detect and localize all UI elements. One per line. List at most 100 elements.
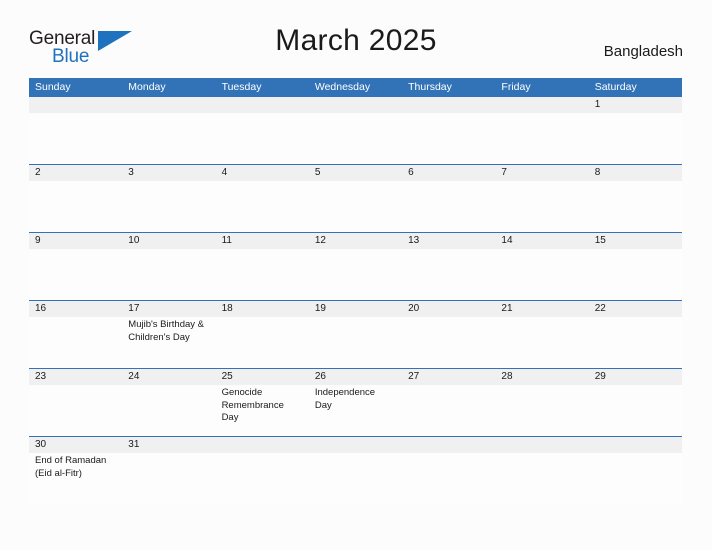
calendar-weeks: 1 2 3 4 5 6 7 8 9 10 11 12 13 14 15 16 17 18 19 20 21 22 Mujib… xyxy=(29,97,682,504)
day-events-empty xyxy=(309,317,402,368)
calendar-week-row: 16 17 18 19 20 21 22 Mujib's Birthday & Children… xyxy=(29,300,682,368)
day-number-14[interactable]: 14 xyxy=(495,233,588,249)
page-header: General Blue March 2025 Bangladesh xyxy=(0,24,712,74)
day-number-4[interactable]: 4 xyxy=(216,165,309,181)
day-number-empty xyxy=(29,97,122,113)
day-events-empty xyxy=(402,317,495,368)
day-events-empty xyxy=(402,385,495,436)
day-number-empty xyxy=(122,97,215,113)
weekday-header-monday: Monday xyxy=(128,81,166,93)
day-number-18[interactable]: 18 xyxy=(216,301,309,317)
day-number-10[interactable]: 10 xyxy=(122,233,215,249)
day-number-empty xyxy=(216,437,309,453)
day-events-empty xyxy=(495,385,588,436)
day-number-31[interactable]: 31 xyxy=(122,437,215,453)
weekday-header-saturday: Saturday xyxy=(594,81,637,93)
day-events-empty xyxy=(495,181,588,232)
day-events-empty xyxy=(309,249,402,300)
day-events-empty xyxy=(495,317,588,368)
day-number-23[interactable]: 23 xyxy=(29,369,122,385)
day-number-1[interactable]: 1 xyxy=(589,97,682,113)
weekday-header-tuesday: Tuesday xyxy=(221,81,262,93)
weekday-header-row: Sunday Monday Tuesday Wednesday Thursday Frid… xyxy=(29,78,682,97)
calendar-grid: Sunday Monday Tuesday Wednesday Thursday Frid… xyxy=(29,78,682,504)
day-events-empty xyxy=(29,113,122,164)
day-events-empty xyxy=(495,113,588,164)
calendar-week-row: 30 31 End of Ramadan (Eid al-Fitr) xyxy=(29,436,682,504)
weekday-header-thursday: Thursday xyxy=(408,81,452,93)
day-number-22[interactable]: 22 xyxy=(589,301,682,317)
day-events-empty xyxy=(495,453,588,504)
event-text-line: (Eid al-Fitr) xyxy=(35,467,82,479)
day-events-empty xyxy=(589,181,682,232)
day-number-8[interactable]: 8 xyxy=(589,165,682,181)
day-number-20[interactable]: 20 xyxy=(402,301,495,317)
weekday-header-sunday: Sunday xyxy=(35,81,71,93)
day-number-5[interactable]: 5 xyxy=(309,165,402,181)
calendar-week-row: 1 xyxy=(29,97,682,164)
day-number-empty xyxy=(402,437,495,453)
week-event-cells xyxy=(29,181,682,232)
event-text-line: Remembrance Day xyxy=(221,399,284,424)
week-event-cells: End of Ramadan (Eid al-Fitr) xyxy=(29,453,682,504)
day-number-9[interactable]: 9 xyxy=(29,233,122,249)
day-number-13[interactable]: 13 xyxy=(402,233,495,249)
day-number-21[interactable]: 21 xyxy=(495,301,588,317)
day-number-7[interactable]: 7 xyxy=(495,165,588,181)
day-number-16[interactable]: 16 xyxy=(29,301,122,317)
day-number-24[interactable]: 24 xyxy=(122,369,215,385)
day-number-19[interactable]: 19 xyxy=(309,301,402,317)
day-number-17[interactable]: 17 xyxy=(122,301,215,317)
day-number-29[interactable]: 29 xyxy=(589,369,682,385)
week-day-numbers: 16 17 18 19 20 21 22 xyxy=(29,301,682,317)
week-day-numbers: 2345678 xyxy=(29,165,682,181)
day-events-empty xyxy=(216,317,309,368)
calendar-week-row: 23 24 25 26 27 28 29 Genocide Remembrance Day Ind… xyxy=(29,368,682,436)
calendar-page: General Blue March 2025 Bangladesh Sunda… xyxy=(0,0,712,550)
day-events-empty xyxy=(402,453,495,504)
week-event-cells xyxy=(29,113,682,164)
week-event-cells: Genocide Remembrance Day Independence Day xyxy=(29,385,682,436)
event-text-line: Children's Day xyxy=(128,331,190,343)
day-events-empty xyxy=(216,249,309,300)
day-events-empty xyxy=(402,181,495,232)
day-number-25[interactable]: 25 xyxy=(216,369,309,385)
day-number-3[interactable]: 3 xyxy=(122,165,215,181)
day-number-26[interactable]: 26 xyxy=(309,369,402,385)
day-events-empty xyxy=(29,249,122,300)
event-text-line: End of Ramadan xyxy=(35,455,107,466)
day-events-empty xyxy=(495,249,588,300)
day-number-empty xyxy=(495,437,588,453)
event-text-line: Independence Day xyxy=(314,387,376,411)
day-events-25: Genocide Remembrance Day xyxy=(216,385,309,436)
day-events-empty xyxy=(29,317,122,368)
day-number-empty xyxy=(589,437,682,453)
weekday-header-friday: Friday xyxy=(501,81,531,93)
day-events-empty xyxy=(122,113,215,164)
day-number-empty xyxy=(402,97,495,113)
day-number-11[interactable]: 11 xyxy=(216,233,309,249)
day-number-empty xyxy=(495,97,588,113)
day-events-empty xyxy=(122,181,215,232)
week-event-cells xyxy=(29,249,682,300)
day-number-28[interactable]: 28 xyxy=(495,369,588,385)
day-events-26: Independence Day xyxy=(309,385,402,436)
day-events-empty xyxy=(29,385,122,436)
day-events-empty xyxy=(29,181,122,232)
day-number-6[interactable]: 6 xyxy=(402,165,495,181)
day-events-empty xyxy=(589,385,682,436)
day-number-27[interactable]: 27 xyxy=(402,369,495,385)
day-number-2[interactable]: 2 xyxy=(29,165,122,181)
day-events-empty xyxy=(216,113,309,164)
week-event-cells: Mujib's Birthday & Children's Day xyxy=(29,317,682,368)
day-number-15[interactable]: 15 xyxy=(589,233,682,249)
day-number-empty xyxy=(309,437,402,453)
day-number-30[interactable]: 30 xyxy=(29,437,122,453)
day-events-empty xyxy=(589,249,682,300)
weekday-header-wednesday: Wednesday xyxy=(314,81,371,93)
day-events-empty xyxy=(122,453,215,504)
week-day-numbers: 30 31 xyxy=(29,437,682,453)
day-number-12[interactable]: 12 xyxy=(309,233,402,249)
day-events-empty xyxy=(589,113,682,164)
day-events-empty xyxy=(309,113,402,164)
